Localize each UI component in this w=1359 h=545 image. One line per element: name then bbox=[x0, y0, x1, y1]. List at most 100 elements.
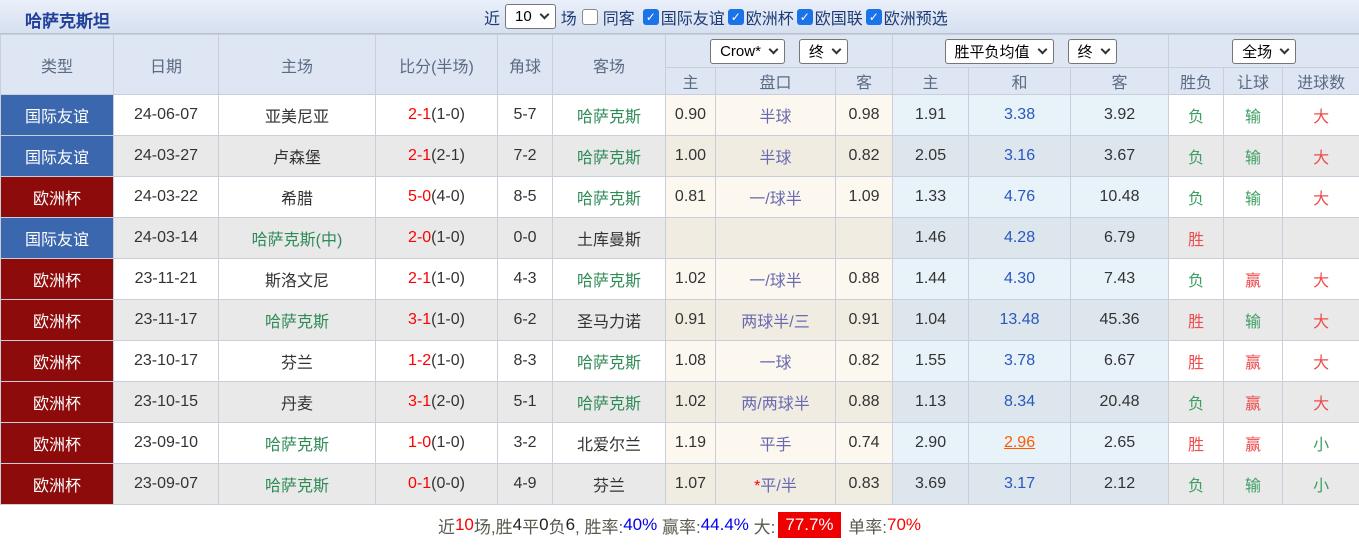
goals-result: 小 bbox=[1283, 464, 1359, 505]
eu-draw-odds[interactable]: 8.34 bbox=[969, 382, 1071, 423]
same-away-checkbox[interactable] bbox=[582, 9, 598, 25]
recent-count-select[interactable]: 10 bbox=[505, 4, 556, 29]
score-cell: 0-1(0-0) bbox=[376, 464, 498, 505]
recent-label: 近 bbox=[484, 5, 500, 29]
ah-company-select[interactable]: Crow* bbox=[710, 39, 785, 64]
score-cell: 1-2(1-0) bbox=[376, 341, 498, 382]
ah-home-odds: 0.91 bbox=[666, 300, 716, 341]
away-team: 土库曼斯 bbox=[553, 218, 666, 259]
league-filter-checkbox[interactable]: ✓ bbox=[643, 9, 659, 25]
period-select[interactable]: 全场 bbox=[1232, 39, 1296, 64]
match-date: 24-06-07 bbox=[114, 95, 219, 136]
league-filters: ✓国际友谊✓欧洲杯✓欧国联✓欧洲预选 bbox=[640, 5, 948, 29]
ah-home-odds: 0.81 bbox=[666, 177, 716, 218]
ah-line: 半球 bbox=[716, 136, 836, 177]
halftime-score: (1-0) bbox=[431, 311, 465, 328]
corner-count: 4-9 bbox=[498, 464, 553, 505]
eu-draw-odds[interactable]: 3.38 bbox=[969, 95, 1071, 136]
eu-away-odds: 2.65 bbox=[1071, 423, 1169, 464]
page-title: 哈萨克斯坦 bbox=[25, 7, 110, 32]
summary-segment: 赢率: bbox=[657, 513, 700, 538]
league-filter-checkbox[interactable]: ✓ bbox=[728, 9, 744, 25]
home-team: 卢森堡 bbox=[219, 136, 376, 177]
subheader-ah-home: 主 bbox=[666, 68, 716, 95]
ah-home-odds: 0.90 bbox=[666, 95, 716, 136]
eu-draw-odds[interactable]: 3.16 bbox=[969, 136, 1071, 177]
eu-draw-odds[interactable]: 2.96 bbox=[969, 423, 1071, 464]
subheader-eu-away: 客 bbox=[1071, 68, 1169, 95]
score-cell: 3-1(1-0) bbox=[376, 300, 498, 341]
fulltime-score: 2-1 bbox=[408, 270, 431, 287]
winloss-result: 胜 bbox=[1169, 218, 1224, 259]
league-filter-checkbox[interactable]: ✓ bbox=[866, 9, 882, 25]
eu-away-odds: 10.48 bbox=[1071, 177, 1169, 218]
summary-segment: , 胜率: bbox=[575, 513, 623, 538]
subheader-eu-draw: 和 bbox=[969, 68, 1071, 95]
eu-draw-odds[interactable]: 3.17 bbox=[969, 464, 1071, 505]
eu-home-odds: 1.46 bbox=[893, 218, 969, 259]
eu-draw-odds[interactable]: 3.78 bbox=[969, 341, 1071, 382]
corner-count: 5-7 bbox=[498, 95, 553, 136]
handicap-result bbox=[1224, 218, 1283, 259]
subheader-handicap: 让球 bbox=[1224, 68, 1283, 95]
corner-count: 6-2 bbox=[498, 300, 553, 341]
fulltime-score: 3-1 bbox=[408, 393, 431, 410]
halftime-score: (1-0) bbox=[431, 106, 465, 123]
winloss-result: 负 bbox=[1169, 136, 1224, 177]
eu-draw-odds[interactable]: 4.76 bbox=[969, 177, 1071, 218]
winloss-result: 胜 bbox=[1169, 423, 1224, 464]
eu-away-odds: 3.92 bbox=[1071, 95, 1169, 136]
eu-away-odds: 6.67 bbox=[1071, 341, 1169, 382]
fulltime-score: 5-0 bbox=[408, 188, 431, 205]
halftime-score: (4-0) bbox=[431, 188, 465, 205]
chevron-down-icon bbox=[539, 10, 549, 20]
ah-stage-select[interactable]: 终 bbox=[799, 39, 848, 64]
handicap-result: 输 bbox=[1224, 95, 1283, 136]
home-team: 芬兰 bbox=[219, 341, 376, 382]
ah-line-text: 两球半/三 bbox=[741, 314, 809, 331]
summary-segment: 77.7% bbox=[778, 512, 840, 538]
score-cell: 5-0(4-0) bbox=[376, 177, 498, 218]
league-filter-label[interactable]: 欧洲杯 bbox=[746, 5, 794, 29]
ah-away-odds bbox=[836, 218, 893, 259]
away-team: 圣马力诺 bbox=[553, 300, 666, 341]
home-team: 哈萨克斯 bbox=[219, 423, 376, 464]
away-team: 哈萨克斯 bbox=[553, 382, 666, 423]
eu-draw-odds[interactable]: 4.28 bbox=[969, 218, 1071, 259]
eu-home-odds: 1.33 bbox=[893, 177, 969, 218]
match-history-panel: 哈萨克斯坦 近 10 场 同客 ✓国际友谊✓欧洲杯✓欧国联✓欧洲预选 类型 日期 bbox=[0, 0, 1359, 544]
ah-stage-value: 终 bbox=[809, 41, 824, 62]
halftime-score: (1-0) bbox=[431, 229, 465, 246]
score-cell: 2-1(1-0) bbox=[376, 95, 498, 136]
goals-result: 小 bbox=[1283, 423, 1359, 464]
eu-stage-select[interactable]: 终 bbox=[1068, 39, 1117, 64]
league-type-badge: 欧洲杯 bbox=[1, 423, 114, 464]
league-type-badge: 欧洲杯 bbox=[1, 259, 114, 300]
header-date: 日期 bbox=[114, 35, 219, 95]
ah-home-odds: 1.19 bbox=[666, 423, 716, 464]
table-row: 欧洲杯23-09-07哈萨克斯0-1(0-0)4-9芬兰1.07*平/半0.83… bbox=[1, 464, 1359, 505]
ah-away-odds: 0.83 bbox=[836, 464, 893, 505]
eu-home-odds: 3.69 bbox=[893, 464, 969, 505]
eu-draw-odds[interactable]: 13.48 bbox=[969, 300, 1071, 341]
eu-company-select[interactable]: 胜平负均值 bbox=[945, 39, 1054, 64]
summary-segment: 4 bbox=[513, 515, 522, 535]
goals-result: 大 bbox=[1283, 300, 1359, 341]
away-team: 哈萨克斯 bbox=[553, 95, 666, 136]
match-date: 24-03-22 bbox=[114, 177, 219, 218]
corner-count: 5-1 bbox=[498, 382, 553, 423]
league-filter-label[interactable]: 欧国联 bbox=[815, 5, 863, 29]
same-away-label[interactable]: 同客 bbox=[603, 5, 635, 29]
league-filter-label[interactable]: 国际友谊 bbox=[661, 5, 725, 29]
ah-line-text: 半球 bbox=[759, 150, 791, 167]
summary-segment: 0 bbox=[539, 515, 548, 535]
winloss-result: 负 bbox=[1169, 464, 1224, 505]
corner-count: 7-2 bbox=[498, 136, 553, 177]
eu-home-odds: 1.91 bbox=[893, 95, 969, 136]
match-date: 23-11-17 bbox=[114, 300, 219, 341]
corner-count: 8-5 bbox=[498, 177, 553, 218]
eu-draw-odds[interactable]: 4.30 bbox=[969, 259, 1071, 300]
summary-segment: 44.4% bbox=[701, 515, 749, 535]
league-filter-label[interactable]: 欧洲预选 bbox=[884, 5, 948, 29]
league-filter-checkbox[interactable]: ✓ bbox=[797, 9, 813, 25]
